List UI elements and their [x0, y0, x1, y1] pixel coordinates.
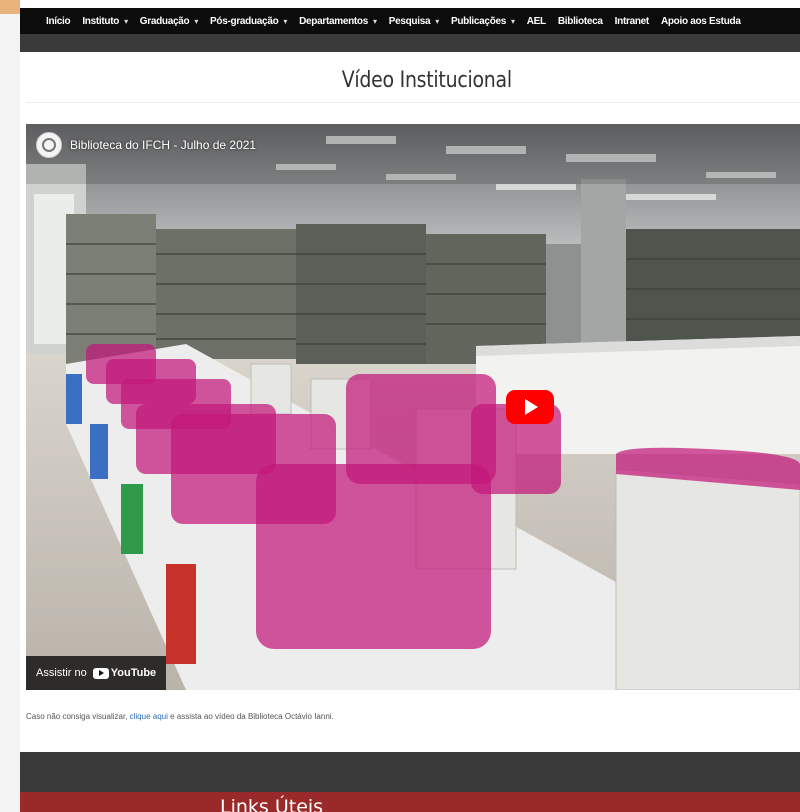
click-here-link[interactable]: clique aqui	[130, 712, 168, 721]
nav-item-label: Intranet	[614, 15, 650, 27]
nav-item[interactable]: Apoio aos Estuda	[661, 16, 741, 27]
nav-item-label: Instituto	[82, 15, 120, 27]
nav-item[interactable]: Pesquisa ▾	[388, 15, 440, 27]
youtube-logo: YouTube	[92, 667, 157, 679]
top-navigation: Início Instituto ▾ Graduação ▾ Pós-graduação ▾…	[20, 8, 800, 34]
caret-down-icon: ▾	[124, 16, 128, 26]
caret-down-icon: ▾	[194, 16, 199, 26]
play-icon	[525, 399, 538, 415]
page-title: Vídeo Institucional	[341, 68, 512, 93]
play-button[interactable]	[506, 390, 554, 424]
corner-accent	[0, 0, 20, 14]
video-title-bar[interactable]: Biblioteca do IFCH - Julho de 2021	[36, 132, 256, 158]
nav-item[interactable]: Departamentos ▾	[299, 16, 377, 27]
youtube-icon	[92, 667, 109, 679]
caret-down-icon: ▾	[511, 16, 515, 26]
caption-text-before: Caso não consiga visualizar,	[26, 712, 128, 721]
video-embed[interactable]: Biblioteca do IFCH - Julho de 2021 Assis…	[26, 124, 800, 690]
nav-item-label: Biblioteca	[557, 15, 603, 27]
secondary-bar	[20, 34, 800, 52]
video-title[interactable]: Biblioteca do IFCH - Julho de 2021	[70, 138, 256, 152]
nav-item-label: Apoio aos Estuda	[660, 15, 741, 27]
nav-item-label: Departamentos	[299, 15, 369, 27]
title-divider	[26, 102, 800, 103]
channel-avatar[interactable]	[36, 132, 62, 158]
nav-item-label: AEL	[526, 15, 546, 27]
footer-heading: Links Úteis	[220, 796, 324, 812]
video-thumbnail	[26, 124, 800, 690]
nav-item[interactable]: Graduação ▾	[139, 15, 199, 27]
page: Início Instituto ▾ Graduação ▾ Pós-graduação ▾…	[20, 0, 800, 812]
nav-item[interactable]: Instituto ▾	[82, 15, 128, 27]
footer-bar	[20, 752, 800, 792]
nav-item[interactable]: Publicações ▾	[451, 16, 515, 27]
caret-down-icon: ▾	[435, 16, 439, 26]
caret-down-icon: ▾	[283, 16, 288, 26]
nav-item[interactable]: Início	[46, 15, 71, 27]
video-fallback-caption: Caso não consiga visualizar, clique aqui…	[26, 712, 334, 721]
nav-item[interactable]: Intranet	[614, 15, 650, 27]
nav-item[interactable]: Pós-graduação ▾	[210, 16, 287, 27]
nav-item-label: Pesquisa	[388, 15, 431, 27]
nav-item[interactable]: AEL	[527, 16, 546, 27]
nav-item-label: Início	[46, 15, 71, 27]
youtube-wordmark: YouTube	[110, 667, 157, 679]
watch-on-label: Assistir no	[36, 667, 87, 679]
caption-text-after: e assista ao vídeo da Biblioteca Octávio…	[170, 712, 334, 721]
caret-down-icon: ▾	[373, 16, 377, 26]
nav-item-label: Graduação	[139, 15, 190, 27]
footer-links-section: Links Úteis	[20, 792, 800, 812]
nav-item-label: Pós-graduação	[210, 15, 279, 27]
nav-item[interactable]: Biblioteca	[558, 16, 603, 27]
nav-item-label: Publicações	[450, 15, 507, 27]
watch-on-youtube-button[interactable]: Assistir no YouTube	[26, 656, 167, 690]
